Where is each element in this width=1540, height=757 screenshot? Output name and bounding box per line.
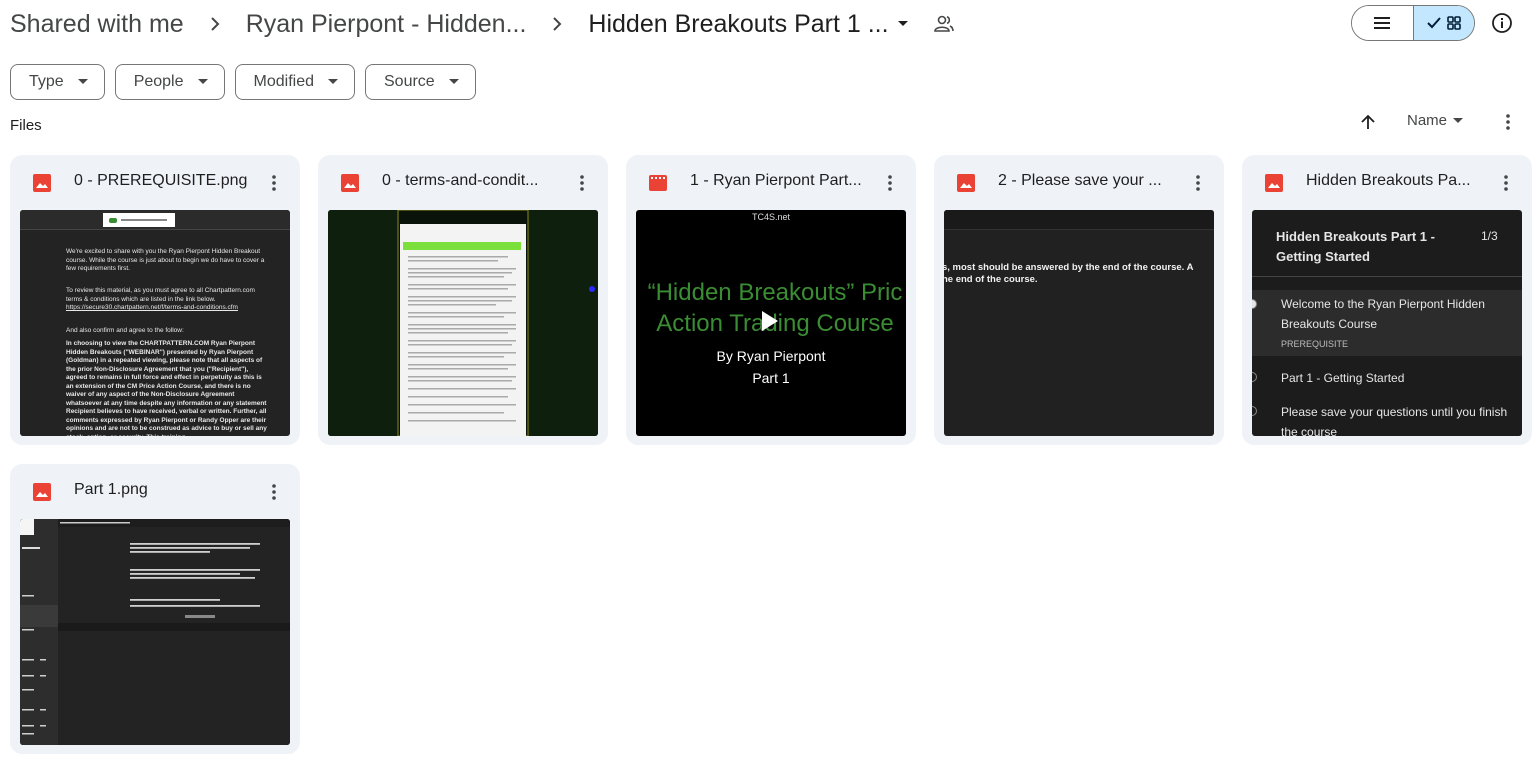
file-card[interactable]: 2 - Please save your ... s, most should … — [934, 155, 1224, 445]
file-name: 1 - Ryan Pierpont Part... — [690, 172, 862, 189]
prereq-paragraph-2: To review this material, as you must agr… — [66, 287, 255, 303]
file-name: 0 - PREREQUISITE.png — [74, 172, 248, 189]
info-icon[interactable] — [1490, 11, 1514, 35]
radio-icon — [1252, 372, 1257, 382]
prereq-link: https://secure30.chartpattern.net/f/term… — [66, 304, 238, 311]
image-icon — [1265, 174, 1283, 192]
filter-label: Type — [29, 73, 64, 90]
filter-label: Source — [384, 73, 435, 90]
prereq-paragraph-4: In choosing to view the CHARTPATTERN.COM… — [66, 340, 267, 436]
file-name: 2 - Please save your ... — [998, 172, 1162, 189]
menu-item-1-tag: PREREQUISITE — [1281, 339, 1349, 349]
menu-item-2: Part 1 - Getting Started — [1281, 371, 1405, 385]
file-thumbnail — [328, 210, 598, 436]
image-icon — [33, 174, 51, 192]
more-options-icon[interactable] — [570, 171, 594, 195]
prereq-paragraph-1: We're excited to share with you the Ryan… — [66, 248, 265, 272]
chevron-right-icon — [210, 16, 220, 32]
files-section-label: Files — [10, 117, 42, 134]
questions-line-2: he end of the course. — [944, 274, 1038, 285]
list-view-button[interactable] — [1352, 6, 1413, 40]
filter-type-chip[interactable]: Type — [10, 64, 105, 100]
sort-direction-button[interactable] — [1356, 110, 1380, 134]
breadcrumb-shared-with-me[interactable]: Shared with me — [10, 10, 184, 39]
terms-document-preview — [328, 210, 598, 436]
menu-item-3: Please save your questions until you fin… — [1281, 405, 1508, 436]
caret-down-icon — [448, 79, 459, 84]
radio-icon — [1252, 406, 1257, 416]
file-card[interactable]: 1 - Ryan Pierpont Part... TC4S.net “Hidd… — [626, 155, 916, 445]
video-part-label: Part 1 — [752, 370, 790, 386]
breadcrumb-parent-folder[interactable]: Ryan Pierpont - Hidden... — [246, 10, 527, 39]
filter-bar: Type People Modified Source — [10, 64, 476, 100]
video-watermark: TC4S.net — [751, 212, 791, 222]
filter-label: People — [133, 73, 184, 90]
prereq-paragraph-3: And also confirm and agree to the follow… — [66, 327, 184, 334]
caret-down-icon — [328, 79, 338, 84]
grid-view-button[interactable] — [1412, 6, 1474, 40]
filter-modified-chip[interactable]: Modified — [234, 64, 355, 100]
video-subtitle: By Ryan Pierpont — [716, 348, 826, 364]
view-toggle — [1351, 5, 1475, 41]
more-options-icon[interactable] — [1186, 171, 1210, 195]
list-icon — [1374, 17, 1391, 29]
sort-by-button[interactable]: Name — [1407, 112, 1464, 129]
caret-down-icon — [77, 79, 88, 84]
more-options-icon[interactable] — [878, 171, 902, 195]
logo-icon — [103, 213, 175, 227]
file-thumbnail: Hidden Breakouts Part 1 - Getting Starte… — [1252, 210, 1522, 436]
file-card[interactable]: Part 1.png — [10, 464, 300, 754]
questions-line-1: s, most should be answered by the end of… — [944, 262, 1194, 273]
image-icon — [341, 174, 359, 192]
video-thumbnail: TC4S.net “Hidden Breakouts” Pric Action … — [636, 210, 906, 436]
file-card[interactable]: 0 - terms-and-condit... — [318, 155, 608, 445]
video-icon — [649, 175, 667, 191]
more-options-icon[interactable] — [1496, 110, 1520, 134]
filter-people-chip[interactable]: People — [114, 64, 225, 100]
file-name: Part 1.png — [74, 481, 148, 498]
image-icon — [33, 483, 51, 501]
play-icon[interactable] — [762, 311, 778, 331]
more-options-icon[interactable] — [262, 480, 286, 504]
menu-count: 1/3 — [1481, 229, 1498, 243]
file-name: Hidden Breakouts Pa... — [1306, 172, 1471, 189]
menu-item-1: Welcome to the Ryan Pierpont Hidden Brea… — [1281, 297, 1485, 331]
more-options-icon[interactable] — [1494, 171, 1518, 195]
file-thumbnail — [20, 519, 290, 745]
filter-source-chip[interactable]: Source — [365, 64, 476, 100]
caret-down-icon[interactable] — [897, 20, 909, 28]
caret-down-icon — [1453, 117, 1464, 123]
menu-title: Hidden Breakouts Part 1 - Getting Starte… — [1276, 229, 1435, 264]
filter-label: Modified — [253, 73, 314, 90]
arrow-up-icon — [1361, 114, 1375, 129]
chevron-right-icon — [552, 16, 562, 32]
sort-label: Name — [1407, 112, 1448, 129]
breadcrumb-current-folder[interactable]: Hidden Breakouts Part 1 ... — [588, 10, 888, 39]
video-title-line-1: “Hidden Breakouts” Pric — [647, 279, 903, 306]
image-icon — [957, 174, 975, 192]
more-options-icon[interactable] — [262, 171, 286, 195]
caret-down-icon — [197, 79, 208, 84]
check-icon — [1427, 17, 1441, 29]
file-card[interactable]: Hidden Breakouts Pa... Hidden Breakouts … — [1242, 155, 1532, 445]
shared-people-icon[interactable] — [933, 15, 955, 33]
file-name: 0 - terms-and-condit... — [382, 172, 539, 189]
file-card[interactable]: 0 - PREREQUISITE.png We're excited to sh… — [10, 155, 300, 445]
file-thumbnail: s, most should be answered by the end of… — [944, 210, 1214, 436]
breadcrumb: Shared with me Ryan Pierpont - Hidden...… — [10, 6, 955, 42]
file-thumbnail: We're excited to share with you the Ryan… — [20, 210, 290, 436]
grid-icon — [1447, 16, 1461, 30]
course-page-preview — [20, 519, 290, 745]
